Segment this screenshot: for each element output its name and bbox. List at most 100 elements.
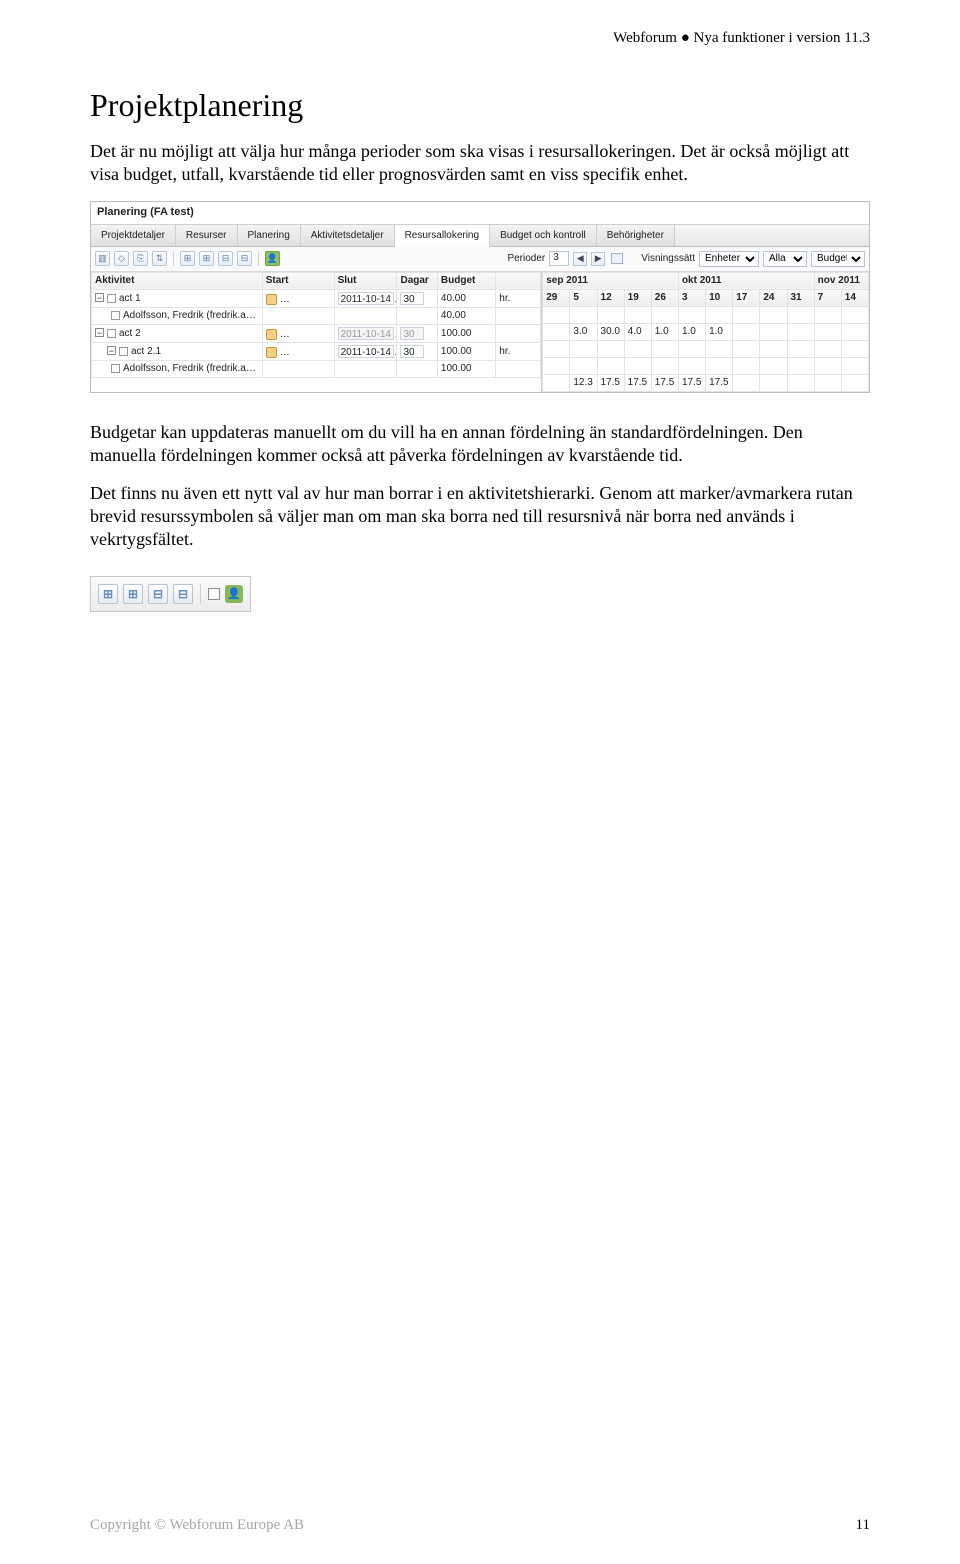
timeline-cell[interactable] <box>651 357 678 374</box>
timeline-cell[interactable] <box>543 306 570 323</box>
timeline-cell[interactable] <box>787 357 814 374</box>
timeline-cell[interactable] <box>543 357 570 374</box>
calendar-icon[interactable] <box>611 253 623 264</box>
resource-icon[interactable]: 👤 <box>265 251 280 266</box>
timeline-cell[interactable]: 4.0 <box>624 323 651 340</box>
tool-icon-4[interactable]: ⇅ <box>152 251 167 266</box>
timeline-cell[interactable] <box>624 357 651 374</box>
budget-select[interactable]: Budget <box>811 251 865 267</box>
timeline-cell[interactable] <box>543 340 570 357</box>
timeline-cell[interactable] <box>787 340 814 357</box>
start-cell[interactable]: 2011-09-05 <box>262 289 334 307</box>
timeline-cell[interactable] <box>543 323 570 340</box>
collapse-icon[interactable]: ⊞ <box>199 251 214 266</box>
tab-resursallokering[interactable]: Resursallokering <box>395 225 490 247</box>
timeline-cell[interactable] <box>651 306 678 323</box>
timeline-cell[interactable] <box>624 340 651 357</box>
timeline-cell[interactable]: 17.5 <box>624 374 651 391</box>
activity-cell[interactable]: Adolfsson, Fredrik (fredrik.adolfsson@w.… <box>92 307 263 324</box>
timeline-cell[interactable] <box>570 357 597 374</box>
timeline-cell[interactable] <box>760 374 787 391</box>
tool-icon-2[interactable]: ◇ <box>114 251 129 266</box>
timeline-cell[interactable]: 17.5 <box>706 374 733 391</box>
timeline-cell[interactable] <box>814 374 841 391</box>
tab-behörigheter[interactable]: Behörigheter <box>597 225 675 246</box>
activity-cell[interactable]: −act 2 <box>92 324 263 342</box>
timeline-cell[interactable] <box>760 306 787 323</box>
timeline-cell[interactable] <box>570 340 597 357</box>
row-checkbox[interactable] <box>111 364 120 373</box>
timeline-cell[interactable] <box>787 323 814 340</box>
row-checkbox[interactable] <box>119 347 128 356</box>
timeline-cell[interactable] <box>841 357 868 374</box>
timeline-cell[interactable] <box>841 323 868 340</box>
days-cell[interactable]: 30 <box>397 342 437 360</box>
alla-select[interactable]: Alla <box>763 251 807 267</box>
timeline-cell[interactable] <box>814 323 841 340</box>
timeline-cell[interactable] <box>733 374 760 391</box>
tree-collapse-icon[interactable]: ⊟ <box>237 251 252 266</box>
timeline-cell[interactable] <box>841 306 868 323</box>
end-cell[interactable]: 2011-10-14 <box>334 342 397 360</box>
expand-all-icon[interactable]: ⊞ <box>98 584 118 604</box>
drill-to-resource-checkbox[interactable] <box>208 588 220 600</box>
tab-budget-och-kontroll[interactable]: Budget och kontroll <box>490 225 597 246</box>
timeline-cell[interactable]: 1.0 <box>706 323 733 340</box>
visningssatt-select[interactable]: Enheter <box>699 251 759 267</box>
timeline-cell[interactable] <box>706 306 733 323</box>
period-next-button[interactable]: ▶ <box>591 252 605 266</box>
row-checkbox[interactable] <box>107 294 116 303</box>
tree-toggle-icon[interactable]: − <box>107 346 116 355</box>
timeline-cell[interactable] <box>597 340 624 357</box>
timeline-cell[interactable] <box>624 306 651 323</box>
row-checkbox[interactable] <box>111 311 120 320</box>
tab-planering[interactable]: Planering <box>238 225 301 246</box>
timeline-cell[interactable]: 17.5 <box>678 374 705 391</box>
timeline-cell[interactable] <box>678 357 705 374</box>
timeline-cell[interactable] <box>760 357 787 374</box>
tab-projektdetaljer[interactable]: Projektdetaljer <box>91 225 176 246</box>
collapse-all-icon[interactable]: ⊟ <box>173 584 193 604</box>
timeline-cell[interactable] <box>543 374 570 391</box>
timeline-cell[interactable] <box>760 340 787 357</box>
timeline-cell[interactable] <box>570 306 597 323</box>
timeline-cell[interactable] <box>814 357 841 374</box>
tool-icon-1[interactable]: ▥ <box>95 251 110 266</box>
collapse-branch-icon[interactable]: ⊟ <box>148 584 168 604</box>
timeline-cell[interactable] <box>814 306 841 323</box>
timeline-cell[interactable] <box>841 340 868 357</box>
timeline-cell[interactable]: 3.0 <box>570 323 597 340</box>
timeline-cell[interactable] <box>678 306 705 323</box>
timeline-cell[interactable] <box>597 306 624 323</box>
tree-toggle-icon[interactable]: − <box>95 293 104 302</box>
period-prev-button[interactable]: ◀ <box>573 252 587 266</box>
timeline-cell[interactable] <box>814 340 841 357</box>
activity-cell[interactable]: −act 2.1 <box>92 342 263 360</box>
timeline-cell[interactable] <box>760 323 787 340</box>
end-cell[interactable]: 2011-10-14 <box>334 289 397 307</box>
timeline-cell[interactable] <box>651 340 678 357</box>
timeline-cell[interactable]: 1.0 <box>651 323 678 340</box>
timeline-cell[interactable]: 17.5 <box>651 374 678 391</box>
timeline-cell[interactable] <box>597 357 624 374</box>
timeline-cell[interactable] <box>787 306 814 323</box>
timeline-cell[interactable] <box>678 340 705 357</box>
timeline-cell[interactable] <box>706 340 733 357</box>
row-checkbox[interactable] <box>107 329 116 338</box>
timeline-cell[interactable] <box>733 357 760 374</box>
days-cell[interactable]: 30 <box>397 289 437 307</box>
timeline-cell[interactable]: 30.0 <box>597 323 624 340</box>
timeline-cell[interactable] <box>733 306 760 323</box>
activity-cell[interactable]: −act 1 <box>92 289 263 307</box>
perioder-input[interactable]: 3 <box>549 251 569 266</box>
timeline-cell[interactable]: 12.3 <box>570 374 597 391</box>
timeline-cell[interactable]: 17.5 <box>597 374 624 391</box>
activity-cell[interactable]: Adolfsson, Fredrik (fredrik.adolfsson@..… <box>92 360 263 377</box>
tab-aktivitetsdetaljer[interactable]: Aktivitetsdetaljer <box>301 225 395 246</box>
expand-branch-icon[interactable]: ⊞ <box>123 584 143 604</box>
tree-toggle-icon[interactable]: − <box>95 328 104 337</box>
timeline-cell[interactable] <box>841 374 868 391</box>
tool-icon-3[interactable]: ⎘ <box>133 251 148 266</box>
expand-icon[interactable]: ⊞ <box>180 251 195 266</box>
timeline-cell[interactable] <box>733 323 760 340</box>
